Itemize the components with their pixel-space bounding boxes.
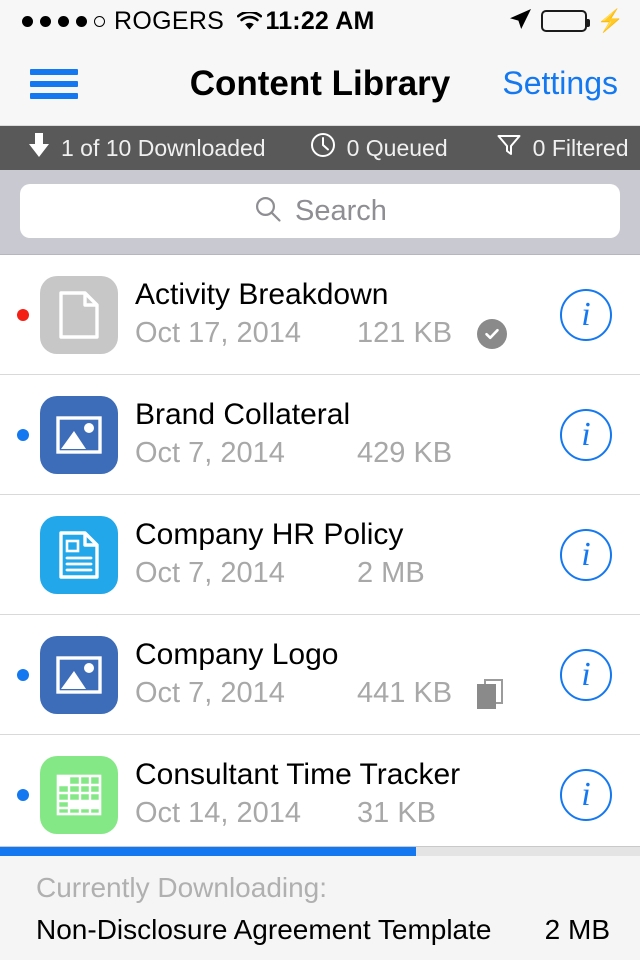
file-subline: Oct 7, 2014 429 KB	[135, 437, 560, 470]
app-root: ROGERS 11:22 AM ⚡ Content Library Settin…	[0, 0, 640, 960]
downloaded-stat-label: 1 of 10 Downloaded	[61, 134, 266, 161]
info-button[interactable]: i	[560, 648, 612, 701]
sync-status-dot	[17, 668, 29, 681]
sync-status-dot	[17, 428, 29, 441]
file-badges	[477, 678, 503, 709]
download-status-bar: Currently Downloading: Non-Disclosure Ag…	[0, 846, 640, 960]
downloaded-stat[interactable]: 1 of 10 Downloaded	[28, 132, 266, 164]
image-photo-icon	[40, 395, 118, 474]
search-icon	[253, 194, 283, 229]
location-arrow-icon	[507, 6, 533, 37]
file-size: 441 KB	[357, 677, 453, 710]
search-input[interactable]: Search	[20, 184, 620, 238]
sync-status-dot	[17, 788, 29, 801]
filtered-stat-label: 0 Filtered	[532, 134, 629, 161]
list-item-meta: Company Logo Oct 7, 2014 441 KB	[135, 639, 560, 711]
file-date: Oct 7, 2014	[135, 677, 285, 710]
downloading-file-row: Non-Disclosure Agreement Template 2 MB	[0, 910, 640, 960]
file-badges	[477, 318, 507, 349]
file-subline: Oct 7, 2014 441 KB	[135, 677, 560, 710]
currently-downloading-label: Currently Downloading:	[36, 872, 328, 903]
status-strip: 1 of 10 Downloaded 0 Queued 0 Filtered	[0, 126, 640, 170]
lightning-bolt-icon: ⚡	[596, 8, 624, 33]
funnel-filter-icon	[496, 132, 522, 164]
list-item[interactable]: Company HR Policy Oct 7, 2014 2 MB i	[0, 495, 640, 615]
queued-stat-label: 0 Queued	[346, 134, 448, 161]
downloading-file-name: Non-Disclosure Agreement Template	[36, 914, 492, 945]
info-button[interactable]: i	[560, 768, 612, 821]
download-progress-bar	[0, 847, 640, 856]
spreadsheet-grid-icon	[40, 755, 118, 834]
document-blank-icon	[40, 275, 118, 354]
content-list: Activity Breakdown Oct 17, 2014 121 KB i Bra…	[0, 255, 640, 855]
file-subline: Oct 14, 2014 31 KB	[135, 797, 560, 830]
info-button[interactable]: i	[560, 528, 612, 581]
download-progress-fill	[0, 847, 416, 856]
file-size: 31 KB	[357, 797, 436, 830]
file-date: Oct 7, 2014	[135, 437, 285, 470]
file-subline: Oct 17, 2014 121 KB	[135, 317, 560, 350]
sync-status-dot	[17, 549, 29, 561]
file-size: 2 MB	[357, 557, 425, 590]
list-item-meta: Consultant Time Tracker Oct 14, 2014 31 KB	[135, 759, 560, 831]
settings-button[interactable]: Settings	[502, 65, 618, 102]
search-placeholder: Search	[295, 194, 387, 227]
info-button[interactable]: i	[560, 408, 612, 461]
downloading-file-size: 2 MB	[544, 914, 610, 945]
file-name: Activity Breakdown	[135, 277, 389, 311]
image-photo-icon	[40, 635, 118, 714]
status-bar-right: ⚡	[507, 6, 624, 37]
list-item-meta: Activity Breakdown Oct 17, 2014 121 KB	[135, 279, 560, 351]
copies-stack-icon	[477, 678, 503, 709]
list-item[interactable]: Activity Breakdown Oct 17, 2014 121 KB i	[0, 255, 640, 375]
file-date: Oct 14, 2014	[135, 797, 302, 830]
list-item[interactable]: Brand Collateral Oct 7, 2014 429 KB i	[0, 375, 640, 495]
list-item-meta: Company HR Policy Oct 7, 2014 2 MB	[135, 519, 560, 591]
file-date: Oct 7, 2014	[135, 557, 285, 590]
file-name: Consultant Time Tracker	[135, 757, 461, 791]
search-bar-container: Search	[0, 170, 640, 255]
file-size: 429 KB	[357, 437, 453, 470]
file-size: 121 KB	[357, 317, 453, 350]
file-subline: Oct 7, 2014 2 MB	[135, 557, 560, 590]
queued-stat[interactable]: 0 Queued	[310, 132, 448, 164]
document-text-icon	[40, 515, 118, 594]
navigation-bar: Content Library Settings	[0, 42, 640, 126]
file-name: Brand Collateral	[135, 397, 351, 431]
list-item[interactable]: Company Logo Oct 7, 2014 441 KB i	[0, 615, 640, 735]
download-arrow-icon	[28, 132, 50, 164]
filtered-stat[interactable]: 0 Filtered	[496, 132, 629, 164]
check-circle-icon	[477, 318, 507, 349]
file-date: Oct 17, 2014	[135, 317, 302, 350]
file-name: Company Logo	[135, 637, 339, 671]
list-item-meta: Brand Collateral Oct 7, 2014 429 KB	[135, 399, 560, 471]
sync-status-dot	[17, 308, 29, 321]
list-item[interactable]: Consultant Time Tracker Oct 14, 2014 31 KB…	[0, 735, 640, 855]
battery-icon	[540, 10, 590, 32]
info-button[interactable]: i	[560, 288, 612, 341]
file-name: Company HR Policy	[135, 517, 404, 551]
clock-icon	[310, 132, 336, 164]
status-bar: ROGERS 11:22 AM ⚡	[0, 0, 640, 42]
